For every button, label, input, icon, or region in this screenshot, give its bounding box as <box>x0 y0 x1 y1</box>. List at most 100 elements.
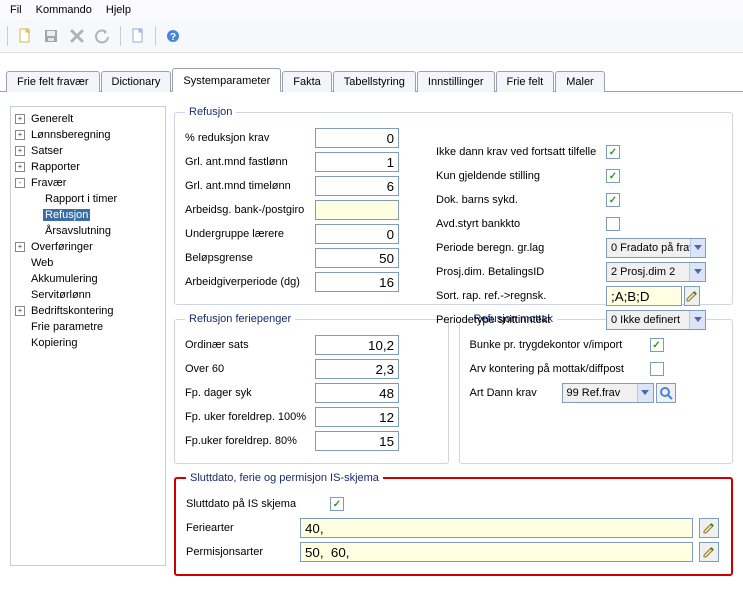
periode-beregn-label: Periode beregn. gr.lag <box>436 242 606 254</box>
help-button[interactable]: ? <box>161 24 185 48</box>
new-doc-button[interactable] <box>13 24 37 48</box>
tree-node--rsavslutning[interactable]: Årsavslutning <box>13 223 163 239</box>
sluttdato-label: Sluttdato på IS skjema <box>186 498 326 510</box>
fastlonn-input[interactable] <box>315 152 399 172</box>
tree-toggle-icon[interactable]: + <box>15 114 25 124</box>
bunke-checkbox[interactable]: ✓ <box>650 338 664 352</box>
tab-systemparameter[interactable]: Systemparameter <box>172 68 281 92</box>
periodetype-label: Periodetype snittinntekt <box>436 314 606 326</box>
prosj-value: 2 Prosj.dim 2 <box>611 266 675 278</box>
art-search-button[interactable] <box>656 383 676 403</box>
tab-dictionary[interactable]: Dictionary <box>101 71 172 92</box>
prosj-combo[interactable]: 2 Prosj.dim 2 <box>606 262 706 282</box>
refusjon-legend: Refusjon <box>185 106 236 118</box>
avdstyrt-checkbox[interactable] <box>606 217 620 231</box>
is-skjema-legend: Sluttdato, ferie og permisjon IS-skjema <box>186 472 383 484</box>
menu-hjelp[interactable]: Hjelp <box>106 4 131 16</box>
tree-node-refusjon[interactable]: Refusjon <box>13 207 163 223</box>
sort-input[interactable] <box>606 286 682 306</box>
tree-node-kopiering[interactable]: Kopiering <box>13 335 163 351</box>
save-button[interactable] <box>39 24 63 48</box>
tree-node-akkumulering[interactable]: Akkumulering <box>13 271 163 287</box>
tab-maler[interactable]: Maler <box>555 71 605 92</box>
uker100-label: Fp. uker foreldrep. 100% <box>185 411 315 423</box>
timelonn-label: Grl. ant.mnd timelønn <box>185 180 315 192</box>
undergruppe-label: Undergruppe lærere <box>185 228 315 240</box>
dager-input[interactable] <box>315 383 399 403</box>
svg-text:?: ? <box>170 32 176 43</box>
menubar: Fil Kommando Hjelp <box>0 0 743 20</box>
tree-node-servit-rl-nn[interactable]: Servitørlønn <box>13 287 163 303</box>
reduksjon-label: % reduksjon krav <box>185 132 315 144</box>
arv-checkbox[interactable] <box>650 362 664 376</box>
kun-gjeld-checkbox[interactable]: ✓ <box>606 169 620 183</box>
menu-kommando[interactable]: Kommando <box>36 4 92 16</box>
ordinar-input[interactable] <box>315 335 399 355</box>
tree-node-overf-ringer[interactable]: +Overføringer <box>13 239 163 255</box>
permisjon-edit-button[interactable] <box>699 542 719 562</box>
is-skjema-group: Sluttdato, ferie og permisjon IS-skjema … <box>174 472 733 576</box>
dok-barns-checkbox[interactable]: ✓ <box>606 193 620 207</box>
uker80-input[interactable] <box>315 431 399 451</box>
tree-label: Fravær <box>29 177 68 189</box>
tree-label: Årsavslutning <box>43 225 113 237</box>
feriearter-input[interactable] <box>300 518 693 538</box>
tree-node-web[interactable]: Web <box>13 255 163 271</box>
delete-button[interactable] <box>65 24 89 48</box>
ikke-dann-checkbox[interactable]: ✓ <box>606 145 620 159</box>
page-button[interactable] <box>126 24 150 48</box>
undergruppe-input[interactable] <box>315 224 399 244</box>
sluttdato-checkbox[interactable]: ✓ <box>330 497 344 511</box>
belop-input[interactable] <box>315 248 399 268</box>
periode-input[interactable] <box>315 272 399 292</box>
tree-toggle-icon[interactable]: + <box>15 306 25 316</box>
sort-edit-button[interactable] <box>684 286 700 306</box>
tab-fakta[interactable]: Fakta <box>282 71 332 92</box>
tree-node-l-nnsberegning[interactable]: +Lønnsberegning <box>13 127 163 143</box>
separator <box>155 26 156 46</box>
art-combo[interactable]: 99 Ref.frav <box>562 383 654 403</box>
tree-node-generelt[interactable]: +Generelt <box>13 111 163 127</box>
permisjon-input[interactable] <box>300 542 693 562</box>
tree-node-rapport-i-timer[interactable]: Rapport i timer <box>13 191 163 207</box>
tree-node-frie-parametre[interactable]: Frie parametre <box>13 319 163 335</box>
over60-label: Over 60 <box>185 363 315 375</box>
tree-node-satser[interactable]: + Satser <box>13 143 163 159</box>
chevron-down-icon <box>689 311 705 329</box>
timelonn-input[interactable] <box>315 176 399 196</box>
tree-label: Akkumulering <box>29 273 100 285</box>
uker100-input[interactable] <box>315 407 399 427</box>
tree-toggle-icon[interactable]: + <box>15 242 25 252</box>
tree-node-rapporter[interactable]: +Rapporter <box>13 159 163 175</box>
separator <box>7 26 8 46</box>
tab-frie-felt-fravær[interactable]: Frie felt fravær <box>6 71 100 92</box>
bank-input[interactable] <box>315 200 399 220</box>
tree-node-frav-r[interactable]: -Fravær <box>13 175 163 191</box>
tree-toggle-icon[interactable]: + <box>15 146 25 156</box>
periodetype-combo[interactable]: 0 Ikke definert <box>606 310 706 330</box>
periode-beregn-combo[interactable]: 0 Fradato på frav <box>606 238 706 258</box>
tree-label: Satser <box>29 145 65 157</box>
bunke-label: Bunke pr. trygdekontor v/import <box>470 339 650 351</box>
tab-innstillinger[interactable]: Innstillinger <box>417 71 495 92</box>
tree-toggle-icon[interactable]: + <box>15 162 25 172</box>
avdstyrt-label: Avd.styrt bankkto <box>436 218 606 230</box>
tree-toggle-icon[interactable]: - <box>15 178 25 188</box>
tree-label: Rapport i timer <box>43 193 119 205</box>
feriepenger-group: Refusjon feriepenger Ordinær sats Over 6… <box>174 313 449 464</box>
over60-input[interactable] <box>315 359 399 379</box>
menu-fil[interactable]: Fil <box>10 4 22 16</box>
tree-node-bedriftskontering[interactable]: +Bedriftskontering <box>13 303 163 319</box>
bank-label: Arbeidsg. bank-/postgiro <box>185 204 315 216</box>
periode-label: Arbeidgiverperiode (dg) <box>185 276 315 288</box>
tree-toggle-icon[interactable]: + <box>15 130 25 140</box>
toolbar: ? <box>0 20 743 53</box>
tree-label: Web <box>29 257 55 269</box>
art-value: 99 Ref.frav <box>567 387 621 399</box>
feriearter-edit-button[interactable] <box>699 518 719 538</box>
reduksjon-input[interactable] <box>315 128 399 148</box>
undo-button[interactable] <box>91 24 115 48</box>
tab-frie-felt[interactable]: Frie felt <box>496 71 555 92</box>
tab-tabellstyring[interactable]: Tabellstyring <box>333 71 416 92</box>
tree-panel: +Generelt+Lønnsberegning+Satser+Rapporte… <box>10 106 166 566</box>
